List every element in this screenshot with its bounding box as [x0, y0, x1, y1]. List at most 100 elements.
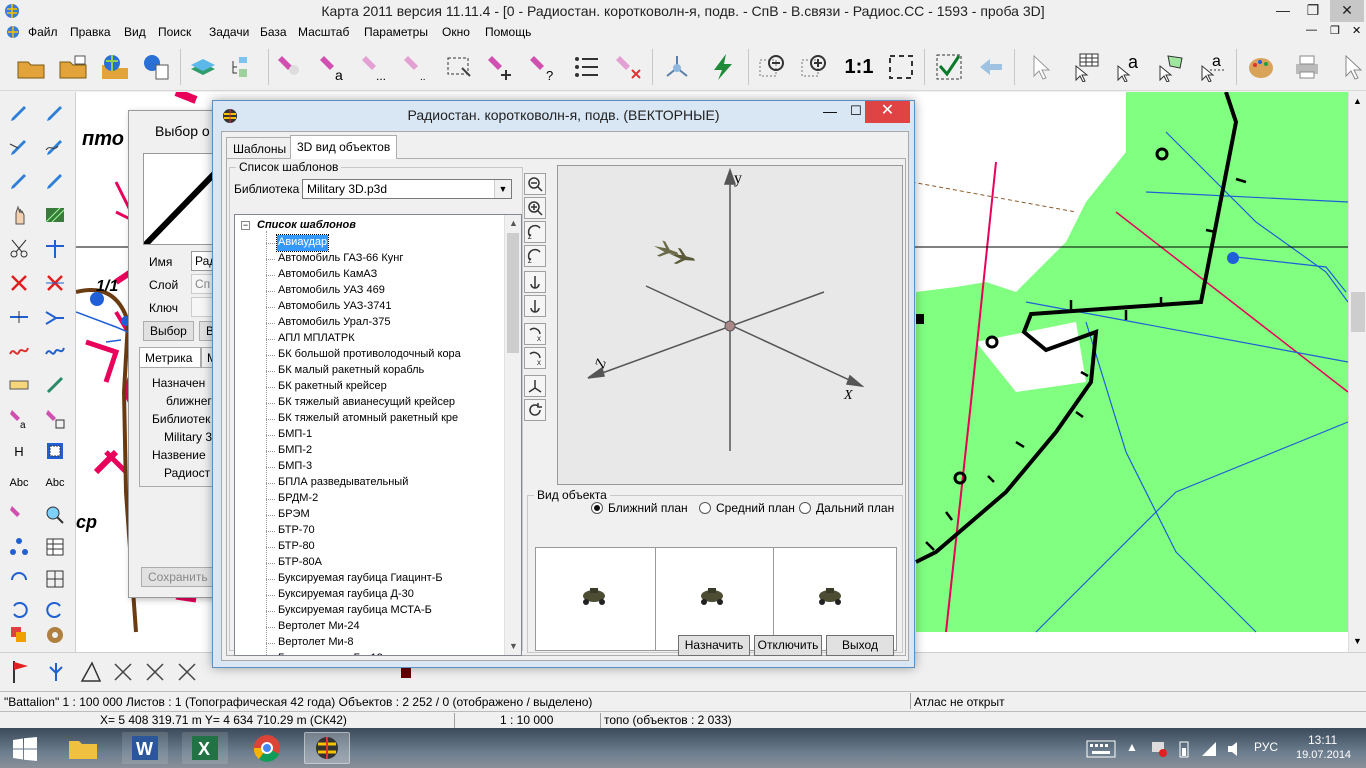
3d-viewport[interactable]: y X Z — [557, 165, 903, 485]
open-document-button[interactable] — [140, 49, 174, 85]
assign-button[interactable]: Назначить — [678, 635, 750, 656]
bg-save-button[interactable]: Сохранить — [141, 567, 215, 587]
view-zoom-in-button[interactable] — [524, 197, 546, 219]
select-text-button[interactable]: a — [316, 49, 350, 85]
tab-templates[interactable]: Шаблоны — [226, 137, 294, 159]
tree-item[interactable]: Автомобиль Урал-375 — [277, 315, 391, 331]
rotate-z-ccw-button[interactable]: Z — [524, 245, 546, 267]
taskbar-map-app[interactable] — [304, 732, 350, 764]
bg-tab-metric[interactable]: Метрика — [139, 347, 201, 367]
rotate-y-cw-button[interactable] — [524, 271, 546, 293]
3d-view-button[interactable] — [660, 49, 694, 85]
area-select-button[interactable] — [1154, 49, 1188, 85]
frame-tool[interactable] — [42, 438, 68, 464]
menu-tasks[interactable]: Задачи — [209, 25, 249, 39]
pencil-curve-tool[interactable] — [42, 134, 68, 160]
zoom-in-button[interactable] — [798, 49, 832, 85]
menu-view[interactable]: Вид — [124, 25, 146, 39]
scale-1-1-button[interactable]: 1:1 — [842, 49, 876, 85]
back-button[interactable] — [974, 49, 1008, 85]
taskbar-word[interactable]: W — [122, 732, 168, 764]
tree-item[interactable]: Авиаудар — [275, 234, 330, 252]
rotate-z-cw-button[interactable]: Z — [524, 221, 546, 243]
restore-button[interactable]: ❐ — [1298, 0, 1328, 22]
list-button[interactable] — [570, 49, 604, 85]
wifi-signal-icon[interactable] — [1200, 740, 1218, 758]
doc-restore-icon[interactable]: ❐ — [1330, 24, 1340, 37]
refresh-view-button[interactable] — [524, 399, 546, 421]
radio-medium-dot[interactable] — [699, 502, 711, 514]
select-frame-button[interactable] — [442, 49, 476, 85]
pencil-edit-tool[interactable] — [42, 100, 68, 126]
exit-button[interactable]: Выход — [826, 635, 894, 656]
menu-scale[interactable]: Масштаб — [298, 25, 349, 39]
scroll-up-icon[interactable]: ▲ — [1353, 96, 1362, 106]
tree-item[interactable]: БПЛА разведывательный — [277, 475, 409, 491]
reset-axes-button[interactable] — [524, 375, 546, 397]
select-all-button[interactable]: .. — [400, 49, 434, 85]
select-a-tool[interactable]: a — [6, 406, 32, 432]
cut-tool[interactable] — [6, 236, 32, 262]
tree-item[interactable]: Гидросамолет Бе-12 — [277, 651, 384, 655]
map-vertical-scrollbar[interactable]: ▲ ▼ — [1348, 92, 1366, 652]
nodes-tool[interactable] — [6, 534, 32, 560]
table-tool[interactable] — [42, 534, 68, 560]
tree-item[interactable]: Вертолет Ми-24 — [277, 619, 361, 635]
cross-icon-3[interactable] — [176, 661, 198, 683]
menu-search[interactable]: Поиск — [158, 25, 191, 39]
template-tree[interactable]: − Список шаблонов Авиаудар Автомобиль ГАЗ… — [234, 214, 522, 656]
tree-item[interactable]: Автомобиль УАЗ 469 — [277, 283, 386, 299]
flag-icon[interactable] — [10, 659, 34, 685]
text-select-button[interactable]: a — [1112, 49, 1146, 85]
tree-item[interactable]: БМП-2 — [277, 443, 313, 459]
tree-item[interactable]: БМП-1 — [277, 427, 313, 443]
pencil-draw-tool[interactable] — [6, 134, 32, 160]
radio-near[interactable]: Ближний план — [591, 501, 688, 515]
menu-window[interactable]: Окно — [442, 25, 470, 39]
tree-scroll-down-icon[interactable]: ▼ — [505, 638, 521, 655]
deselect-button[interactable] — [612, 49, 646, 85]
ruler-tool[interactable] — [6, 372, 32, 398]
scroll-thumb[interactable] — [1351, 292, 1365, 332]
tree-scroll-thumb[interactable] — [507, 233, 519, 353]
tree-scroll-up-icon[interactable]: ▲ — [505, 215, 521, 232]
radio-medium[interactable]: Средний план — [699, 501, 795, 515]
select-more-button[interactable]: ... — [358, 49, 392, 85]
tree-item[interactable]: Буксируемая гаубица Гиацинт-Б — [277, 571, 444, 587]
document-globe-icon[interactable] — [6, 25, 20, 39]
tree-item[interactable]: Вертолет Ми-8 — [277, 635, 354, 651]
rotate-y-ccw-button[interactable] — [524, 295, 546, 317]
undo-tool[interactable] — [6, 596, 32, 622]
pencil-tool[interactable] — [6, 100, 32, 126]
wave-tool[interactable] — [6, 338, 32, 364]
clock-date[interactable]: 19.07.2014 — [1296, 749, 1351, 761]
layers-button[interactable] — [186, 49, 220, 85]
cross-icon-1[interactable] — [112, 661, 134, 683]
rotate-x-ccw-button[interactable]: X — [524, 347, 546, 369]
menu-file[interactable]: Файл — [28, 25, 58, 39]
wave-blue-tool[interactable] — [42, 338, 68, 364]
palette-button[interactable] — [1244, 49, 1278, 85]
tree-item[interactable]: БРЭМ — [277, 507, 311, 523]
taskbar-excel[interactable]: X — [182, 732, 228, 764]
zoom-out-button[interactable] — [756, 49, 790, 85]
grid-tool[interactable] — [42, 566, 68, 592]
add-object-button[interactable] — [484, 49, 518, 85]
open-folder-button[interactable] — [14, 49, 48, 85]
menu-edit[interactable]: Правка — [70, 25, 111, 39]
menu-database[interactable]: База — [260, 25, 287, 39]
tab-3d-view[interactable]: 3D вид объектов — [290, 135, 398, 159]
library-select[interactable]: Military 3D.p3d ▼ — [302, 179, 512, 199]
tree-item[interactable]: Автомобиль КамАЗ — [277, 267, 378, 283]
table-select-button[interactable] — [1070, 49, 1104, 85]
delete-point-tool[interactable] — [42, 270, 68, 296]
add-point-tool[interactable] — [6, 304, 32, 330]
copy-tool[interactable] — [6, 622, 32, 648]
lightning-button[interactable] — [706, 49, 740, 85]
network-error-icon[interactable] — [1150, 740, 1168, 758]
doc-close-icon[interactable]: ✕ — [1352, 24, 1361, 37]
tree-item[interactable]: БК тяжелый авианесущий крейсер — [277, 395, 456, 411]
tree-item[interactable]: БРДМ-2 — [277, 491, 319, 507]
hatch-tool[interactable] — [42, 202, 68, 228]
tree-root-label[interactable]: Список шаблонов — [257, 219, 356, 231]
